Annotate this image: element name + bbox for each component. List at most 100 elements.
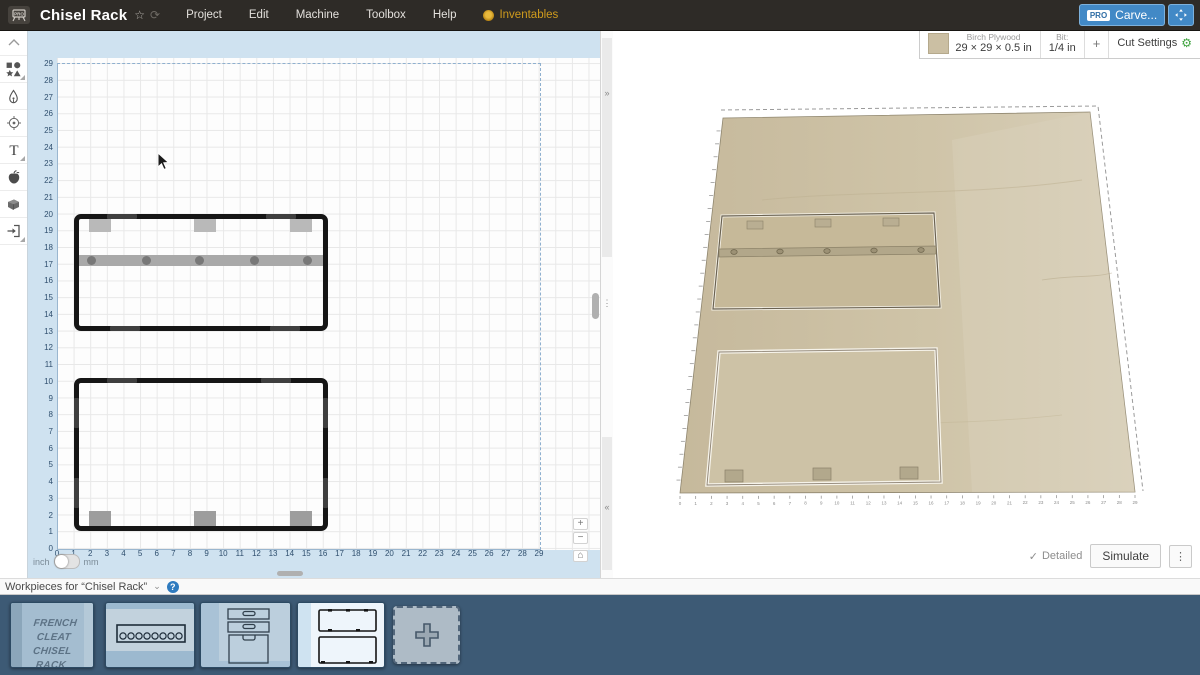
thumb1-line2: CHISEL RACK [19,645,84,668]
canvas-vertical-scrollbar[interactable] [592,293,599,319]
drill-tool[interactable] [0,110,27,137]
cut-settings-button[interactable]: Cut Settings ⚙ [1109,30,1200,58]
text-icon: T [6,142,22,158]
simulate-button[interactable]: Simulate [1090,544,1161,568]
svg-text:11: 11 [850,501,855,506]
add-workpiece-button[interactable] [393,606,460,664]
workpiece-thumb-drawers[interactable] [200,602,291,668]
menu-toolbox[interactable]: Toolbox [366,9,406,21]
detailed-toggle[interactable]: ✓ Detailed [1029,550,1083,563]
ruler-y-label: 25 [27,126,53,135]
ruler-x-label: 11 [233,549,247,558]
favorite-star-icon[interactable]: ☆ [134,8,145,22]
edge-tab-marker [74,478,79,508]
ruler-x-label: 27 [499,549,513,558]
ruler-x-label: 24 [449,549,463,558]
cutout-top-part[interactable] [713,213,940,309]
menu-inventables[interactable]: Inventables [483,9,558,21]
zoom-out-button[interactable]: − [573,532,588,544]
svg-text:10: 10 [834,501,840,506]
material-cell[interactable]: Birch Plywood 29 × 29 × 0.5 in [920,30,1040,58]
design-shape[interactable] [74,214,328,331]
pen-tool[interactable] [0,83,27,110]
tab-marker [194,219,216,232]
collapse-left-icon[interactable]: « [601,502,613,512]
drill-icon [6,115,22,131]
ruler-x-label: 28 [515,549,529,558]
bit-cell[interactable]: Bit: 1/4 in [1041,30,1085,58]
svg-text:29: 29 [1132,500,1138,505]
canvas-horizontal-scrollbar[interactable] [277,571,303,576]
ruler-x-label: 22 [416,549,430,558]
menu-bar: Project Edit Machine Toolbox Help Invent… [186,9,558,21]
preview-pane[interactable]: 0123456789101112131415161718192021222324… [612,30,1200,578]
chevron-down-icon[interactable]: ⌄ [153,581,161,592]
svg-text:4: 4 [742,501,745,506]
menu-project[interactable]: Project [186,9,222,21]
zoom-home-button[interactable]: ⌂ [573,550,588,562]
workpiece-thumb-cleat-profile[interactable] [105,602,195,668]
ruler-y-label: 22 [27,176,53,185]
ruler-y-label: 4 [27,477,53,486]
shapes-icon [5,61,22,78]
toolbar-collapse-button[interactable] [0,30,27,56]
expand-right-icon[interactable]: » [601,88,613,98]
ruler-y-label: 6 [27,444,53,453]
unit-toggle[interactable] [54,554,80,569]
ruler-x-label: 3 [100,549,114,558]
carve-label: Carve... [1115,8,1157,22]
workpiece-thumb-current[interactable] [297,602,385,668]
collapse-chevron-icon [8,39,20,46]
thumb-decor [84,603,93,667]
edge-tab-marker [323,398,328,428]
cutout-bottom-part[interactable] [707,349,941,485]
material-name: Birch Plywood [967,32,1021,42]
tab-marker [89,511,111,526]
ruler-x-label: 19 [366,549,380,558]
apps-tool[interactable] [0,164,27,191]
menu-machine[interactable]: Machine [296,9,339,21]
question-icon[interactable]: ? [167,581,179,593]
ruler-y-label: 2 [27,511,53,520]
svg-text:0: 0 [679,501,682,506]
ruler-y-label: 18 [27,243,53,252]
svg-text:18: 18 [960,500,966,505]
ruler-y-label: 19 [27,226,53,235]
ruler-y-label: 20 [27,210,53,219]
shapes-tool[interactable] [0,56,27,83]
design-shape[interactable] [74,378,328,531]
menu-edit[interactable]: Edit [249,9,269,21]
edge-tab-marker [266,214,296,219]
unit-mm-label: mm [84,557,99,567]
pane-divider[interactable]: » ⋮ « [600,30,613,578]
zoom-in-button[interactable]: + [573,518,588,530]
divider-track-top[interactable] [602,38,612,257]
add-bit-button[interactable]: + [1085,30,1110,58]
tab-marker [194,511,216,526]
left-toolbar: T [0,30,28,578]
svg-text:15: 15 [913,500,919,505]
ruler-y-label: 10 [27,377,53,386]
import-tool[interactable] [0,218,27,245]
ruler-x-label: 10 [216,549,230,558]
material-tool[interactable] [0,191,27,218]
ruler-y-label: 23 [27,159,53,168]
divider-kebab-icon[interactable]: ⋮ [601,298,613,309]
preview-3d-view[interactable]: 0123456789101112131415161718192021222324… [612,30,1200,578]
design-canvas[interactable]: 0123456789101112131415161718192021222324… [27,30,600,578]
menu-help[interactable]: Help [433,9,457,21]
jog-button[interactable] [1168,4,1194,26]
project-title[interactable]: Chisel Rack [40,7,127,24]
carve-button[interactable]: PRO Carve... [1079,4,1165,26]
top-bar: PRO Chisel Rack ☆ ⟳ Project Edit Machine… [0,0,1200,31]
sync-icon: ⟳ [150,8,160,22]
workpiece-thumb-french-cleat[interactable]: FRENCH CLEAT CHISEL RACK [10,602,94,668]
ruler-y-label: 29 [27,59,53,68]
pro-badge: PRO [1087,10,1110,21]
edge-tab-marker [107,378,137,383]
text-tool[interactable]: T [0,137,27,164]
easel-logo[interactable]: PRO [8,6,30,24]
preview-kebab-button[interactable]: ⋮ [1169,545,1192,568]
ruler-x-label: 8 [183,549,197,558]
ruler-x-label: 21 [399,549,413,558]
